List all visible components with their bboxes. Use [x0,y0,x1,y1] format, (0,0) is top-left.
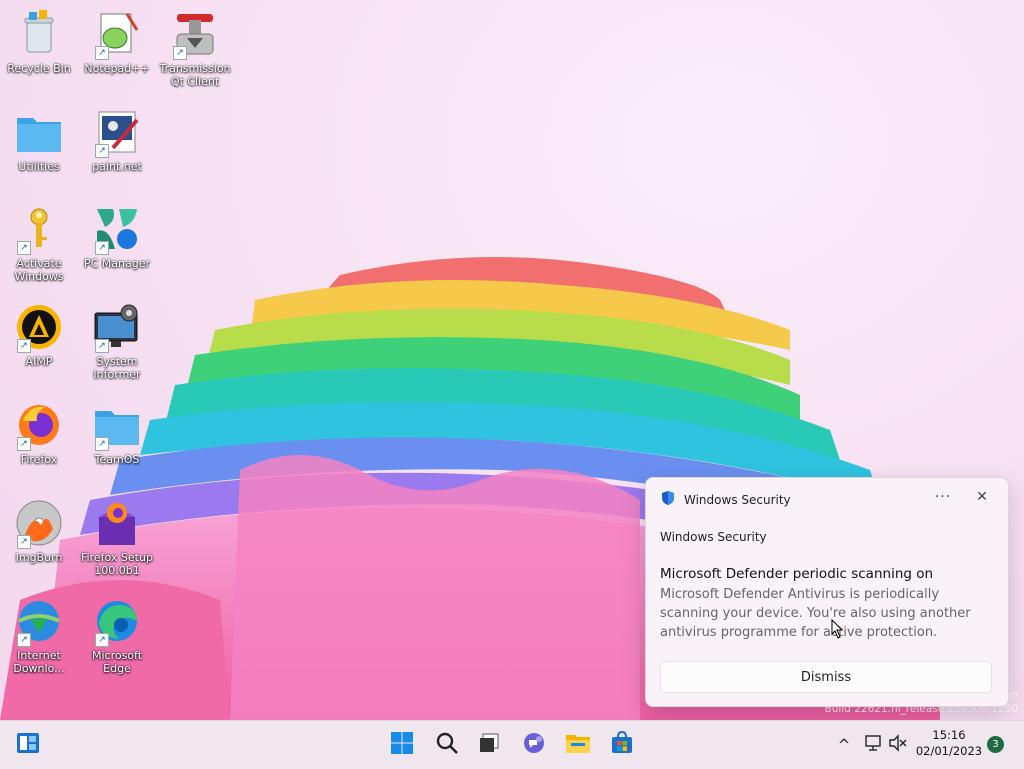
desktop-icon-label: Recycle Bin [7,62,71,75]
desktop-icon-notepadpp[interactable]: ↗ Notepad++ [79,4,155,98]
desktop-icon-firefox-setup[interactable]: Firefox Setup 100.0b1 [79,493,155,587]
firefox-setup-icon [93,499,141,547]
desktop-icon-label: Microsoft Edge [91,649,143,675]
start-icon [390,731,414,759]
task-view-button[interactable] [473,729,505,761]
close-button[interactable]: ✕ [972,489,992,507]
desktop-icon-utilities[interactable]: Utilities [1,102,77,196]
notification-count-badge[interactable]: 3 [987,736,1004,753]
start-button[interactable] [386,729,418,761]
desktop-icon-label: Transmission Qt Client [159,62,231,88]
key-icon: ↗ [15,205,63,255]
imgburn-icon: ↗ [15,499,63,549]
dismiss-button[interactable]: Dismiss [660,661,992,693]
toast-title: Microsoft Defender periodic scanning on [660,566,934,582]
edge-icon: ↗ [93,597,141,647]
search-button[interactable] [431,729,463,761]
desktop-icon-label: Internet Downlo... [13,649,65,675]
system-informer-icon: ↗ [93,303,141,353]
folder-icon [15,108,63,156]
desktop-icon-label: PC Manager [83,257,151,270]
more-options-button[interactable]: ··· [933,489,953,507]
toast-app-name: Windows Security [660,530,767,544]
desktop-icon-label: paint.net [92,160,142,173]
desktop-icon-label: ImgBurn [15,551,63,564]
clock-time: 15:16 [932,728,966,742]
desktop-icon-firefox[interactable]: ↗ Firefox [1,395,77,489]
pc-manager-icon: ↗ [93,205,141,255]
desktop-icon-activate-windows[interactable]: ↗ Activate Windows [1,199,77,293]
desktop-icon-imgburn[interactable]: ↗ ImgBurn [1,493,77,587]
widgets-icon [15,730,41,760]
notepadpp-icon: ↗ [93,10,141,60]
desktop-icon-label: Utilities [18,160,60,173]
store-icon [610,730,634,759]
desktop-icon-label: Activate Windows [14,257,64,283]
shield-icon [660,490,676,509]
store-button[interactable] [606,729,638,761]
mouse-cursor-icon [831,618,844,639]
desktop-icon-edge[interactable]: ↗ Microsoft Edge [79,591,155,685]
desktop-icon-transmission[interactable]: ↗ Transmission Qt Client [157,4,233,98]
desktop-icon-teamos[interactable]: ↗ TeamOS [79,395,155,489]
network-icon [864,733,884,757]
desktop-icon-label: TeamOS [94,453,140,466]
desktop-icon-label: Notepad++ [84,62,150,75]
widgets-button[interactable] [12,729,44,761]
paintnet-icon: ↗ [93,108,141,158]
file-explorer-icon [565,731,591,759]
toast-header: Windows Security [660,490,791,509]
idm-icon: ↗ [15,597,63,647]
windows-security-toast: Windows Security ··· ✕ Windows Security … [645,477,1009,707]
task-view-icon [477,731,501,759]
volume-muted-icon [888,733,908,757]
transmission-icon: ↗ [171,10,219,60]
clock-date: 02/01/2023 [915,744,983,758]
desktop-icon-label: System Informer [93,355,141,381]
desktop-icon-aimp[interactable]: ↗ AIMP [1,297,77,391]
desktop-icon-paintnet[interactable]: ↗ paint.net [79,102,155,196]
desktop-icon-label: AIMP [25,355,53,368]
desktop-icon-recycle-bin[interactable]: Recycle Bin [1,4,77,98]
desktop-icon-idm[interactable]: ↗ Internet Downlo... [1,591,77,685]
aimp-icon: ↗ [15,303,63,353]
tray-overflow-chevron[interactable]: ^ [828,729,860,761]
desktop-icon-system-informer[interactable]: ↗ System Informer [79,297,155,391]
volume-button[interactable] [882,729,914,761]
taskbar: ^ [0,720,1024,769]
desktop-icon-label: Firefox Setup 100.0b1 [81,551,153,577]
toast-header-label: Windows Security [684,492,791,507]
desktop-icon-pc-manager[interactable]: ↗ PC Manager [79,199,155,293]
teams-chat-icon [522,731,546,759]
folder-icon: ↗ [93,401,141,451]
desktop-icon-label: Firefox [20,453,58,466]
recycle-bin-icon [15,10,63,58]
search-icon [435,731,459,759]
firefox-icon: ↗ [15,401,63,451]
file-explorer-button[interactable] [562,729,594,761]
teams-chat-button[interactable] [518,729,550,761]
taskbar-clock[interactable]: 15:16 02/01/2023 [914,727,984,759]
